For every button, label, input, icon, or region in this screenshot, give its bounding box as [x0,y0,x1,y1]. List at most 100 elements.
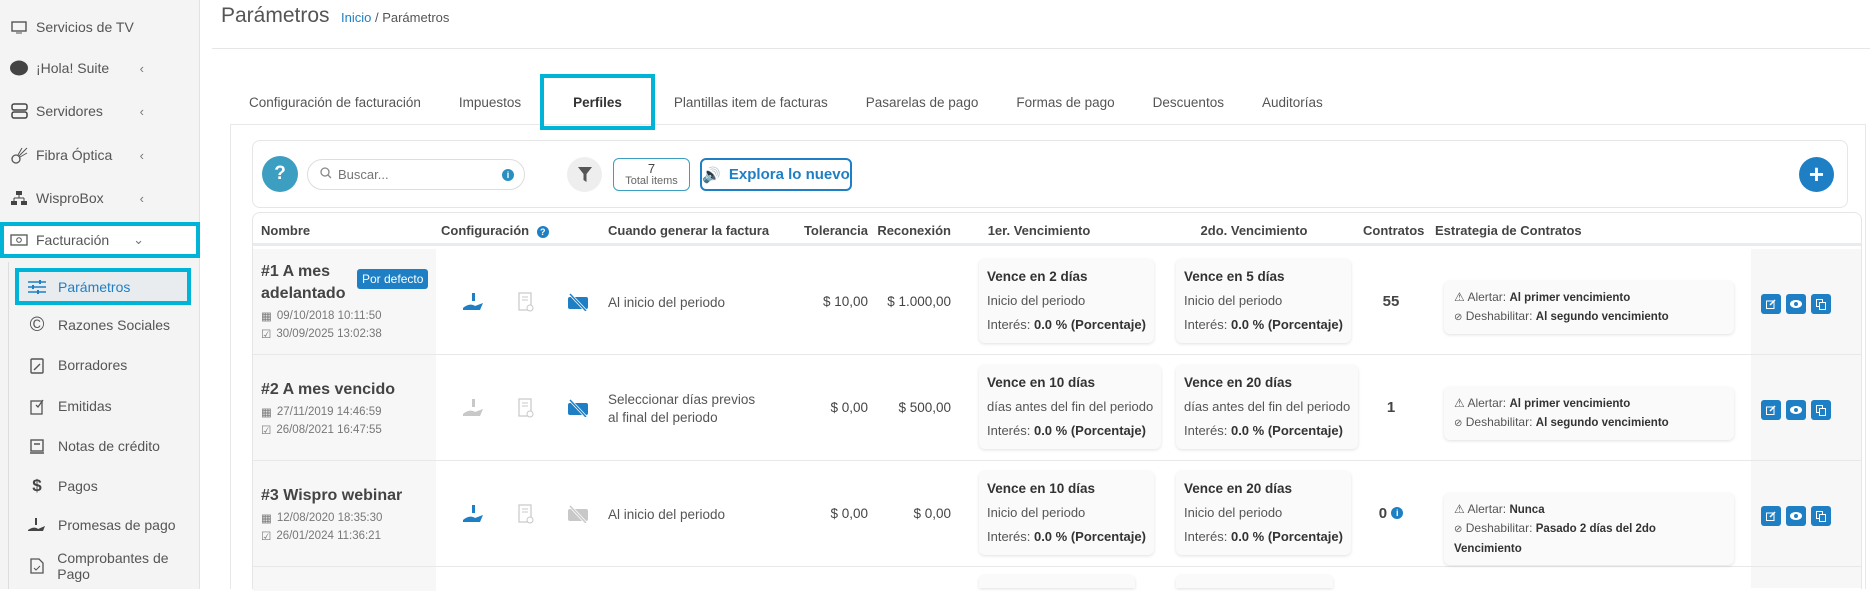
due-interest: Interés: 0.0 % (Porcentaje) [987,419,1153,443]
col-v1: 1er. Vencimiento [987,223,1091,238]
sidebar-item-2[interactable]: Servidores ‹ [0,93,200,129]
tab-2[interactable]: Perfiles [540,74,655,130]
tab-1[interactable]: Impuestos [440,74,540,130]
sidebar-item-12[interactable]: Promesas de pago [0,507,200,543]
credit-note-icon [26,438,48,454]
chevron-icon: ‹ [139,190,144,206]
edit-button[interactable] [1761,400,1781,420]
chevron-icon: ‹ [139,147,144,163]
sidebar-item-label: Comprobantes de Pago [57,550,169,582]
sidebar-item-1[interactable]: ¡Hola! Suite ‹ [0,50,200,86]
add-button[interactable]: + [1799,157,1834,192]
tab-3[interactable]: Plantillas item de facturas [655,74,847,130]
tab-7[interactable]: Auditorías [1243,74,1342,130]
sidebar-item-4[interactable]: WisproBox ‹ [0,180,200,216]
sidebar-item-label: Borradores [58,357,128,373]
tab-5[interactable]: Formas de pago [997,74,1133,130]
search-input[interactable] [338,167,498,182]
copy-button[interactable] [1811,400,1831,420]
due-title: Vence en 20 días [1184,375,1293,390]
tv-icon [8,20,30,34]
edit-button[interactable] [1761,294,1781,314]
chevron-icon: ‹ [139,103,144,119]
sidebar-item-label: Fibra Óptica [36,147,113,163]
warning-icon: ⚠ [1454,290,1465,304]
profile-name[interactable]: #1 A mes adelantado [261,261,356,305]
breadcrumb-home[interactable]: Inicio [341,10,371,25]
filter-button[interactable] [567,157,602,192]
divider [212,48,1870,49]
promise-payment-icon[interactable] [463,503,485,525]
config-icons [463,291,589,313]
sidebar-item-label: Servidores [36,103,103,119]
sidebar-item-7[interactable]: © Razones Sociales [0,307,200,343]
col-contratos: Contratos [1363,223,1425,238]
col-nombre[interactable]: Nombre [261,223,310,238]
actions-cell [1751,461,1861,566]
disable-service-icon[interactable] [567,503,589,525]
due-interest: Interés: 0.0 % (Porcentaje) [1184,313,1343,337]
view-button[interactable] [1786,400,1806,420]
disable-label: Deshabilitar: [1465,309,1536,323]
invoice-icon[interactable] [515,397,537,419]
promise-payment-icon[interactable] [463,397,485,419]
contract-strategy: ⚠ Alertar: Al primer vencimiento ⊘ Desha… [1444,387,1734,440]
disable-line: ⊘ Deshabilitar: Pasado 2 días del 2do Ve… [1454,519,1724,558]
contracts-value[interactable]: 1 [1387,399,1395,416]
interest-label: Interés: [987,529,1034,544]
edit-icon [1766,511,1776,521]
contracts-value[interactable]: 0 [1379,505,1387,522]
breadcrumb-current: Parámetros [382,10,450,25]
profile-name[interactable]: #2 A mes vencido [261,379,428,401]
tab-6[interactable]: Descuentos [1134,74,1243,130]
page-title: Parámetros [221,4,330,27]
edit-button[interactable] [1761,506,1781,526]
interest-value: 0.0 % (Porcentaje) [1230,423,1343,438]
total-label: Total items [625,175,678,187]
due-v1 [979,575,1135,588]
disable-service-icon[interactable] [567,291,589,313]
copy-button[interactable] [1811,294,1831,314]
when-generate: Seleccionar días previos al final del pe… [608,392,756,425]
tab-4[interactable]: Pasarelas de pago [847,74,998,130]
tab-0[interactable]: Configuración de facturación [230,74,440,130]
due-title: Vence en 5 días [1184,269,1285,284]
tolerance: $ 0,00 [830,506,868,521]
config-icons [463,503,589,525]
sidebar-item-8[interactable]: Borradores [0,347,200,383]
contract-strategy: ⚠ Alertar: Nunca ⊘ Deshabilitar: Pasado … [1444,493,1734,565]
invoice-icon[interactable] [515,291,537,313]
promise-payment-icon[interactable] [463,291,485,313]
sidebar-item-13[interactable]: Comprobantes de Pago [0,548,200,584]
alert-label: Alertar: [1467,396,1510,410]
sidebar-item-6[interactable]: Parámetros [15,268,191,305]
calendar-icon: ▦ [261,311,272,323]
contracts-value[interactable]: 55 [1383,293,1400,310]
sidebar-item-0[interactable]: Servicios de TV [0,9,200,45]
copy-button[interactable] [1811,506,1831,526]
interest-value: 0.0 % (Porcentaje) [1033,529,1146,544]
table-row: #1 A mes adelantado Por defecto ▦ 09/10/2… [253,249,1861,355]
info-icon[interactable]: i [1391,507,1404,519]
sidebar-item-11[interactable]: $ Pagos [0,468,200,504]
help-button[interactable]: ? [262,156,298,192]
profile-name[interactable]: #3 Wispro webinar [261,485,428,507]
explore-button[interactable]: 🔊 Explora lo nuevo [700,158,852,191]
view-button[interactable] [1786,506,1806,526]
disable-service-icon[interactable] [567,397,589,419]
created-date: ▦ 12/08/2020 18:35:30 [261,511,428,525]
sidebar-item-3[interactable]: Fibra Óptica ‹ [0,137,200,173]
question-icon[interactable]: ? [536,226,549,238]
money-icon [8,234,30,246]
disable-value: Al segundo vencimiento [1535,311,1669,323]
due-ref: Inicio del periodo [987,505,1086,520]
sidebar-item-9[interactable]: Emitidas [0,388,200,424]
updated-date: ☑ 26/01/2024 11:36:21 [261,529,428,543]
info-icon[interactable]: i [502,168,514,181]
view-button[interactable] [1786,294,1806,314]
contract-strategy: ⚠ Alertar: Al primer vencimiento ⊘ Desha… [1444,281,1734,334]
sidebar-item-5[interactable]: Facturación ⌄ [0,222,200,258]
due-v1: Vence en 10 días Inicio del periodo Interé… [979,471,1154,555]
invoice-icon[interactable] [515,503,537,525]
sidebar-item-10[interactable]: Notas de crédito [0,428,200,464]
